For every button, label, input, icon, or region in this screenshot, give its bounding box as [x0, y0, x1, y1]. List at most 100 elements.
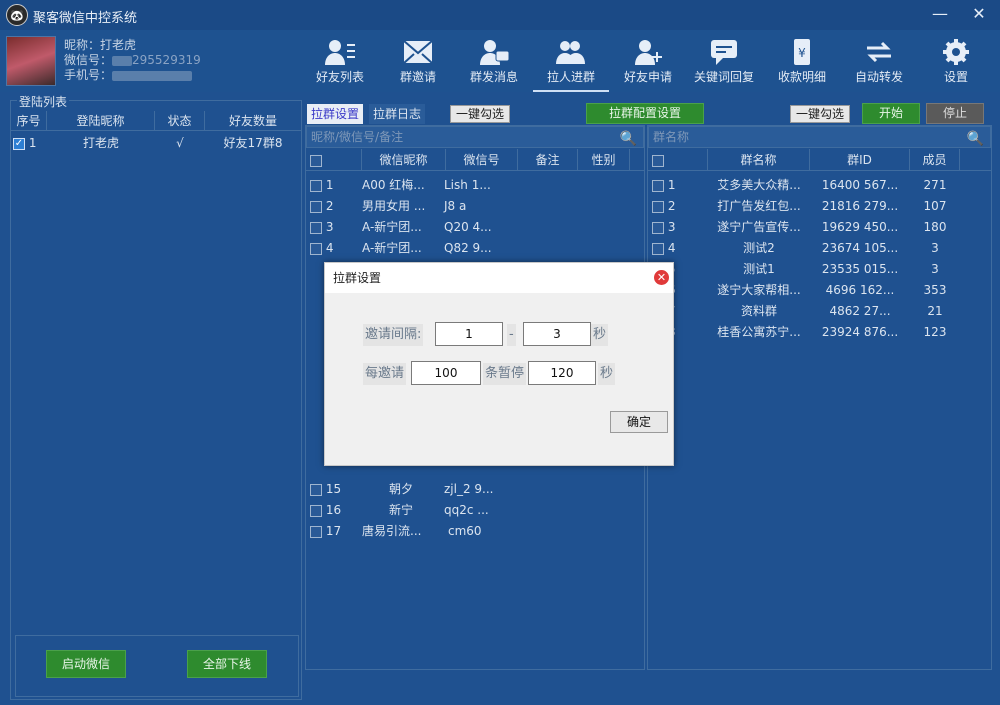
table-row[interactable]: 17 唐易引流... cm60: [310, 521, 510, 542]
interval-max-input[interactable]: [523, 322, 591, 346]
row-checkbox[interactable]: [310, 242, 322, 255]
start-wechat-button[interactable]: 启动微信: [46, 650, 126, 678]
stop-button[interactable]: 停止: [926, 103, 984, 124]
row-group-name: 遂宁大家帮相...: [717, 283, 801, 297]
table-row[interactable]: 2 打广告发红包... 21816 279... 107: [652, 196, 960, 217]
col-members: 成员: [910, 149, 960, 170]
nav-keyword-reply[interactable]: 关键词回复: [686, 30, 762, 92]
table-row[interactable]: ✓ 1 打老虎 √ 好友17群8: [11, 133, 301, 153]
tab-group-settings[interactable]: 拉群设置: [307, 104, 364, 124]
nav-group-invite[interactable]: 群邀请: [380, 30, 456, 92]
pause-after-label: 条暂停: [483, 363, 527, 385]
select-all-groups-button[interactable]: 一键勾选: [790, 105, 850, 123]
all-offline-button[interactable]: 全部下线: [187, 650, 267, 678]
friends-table-header: 微信昵称 微信号 备注 性别: [306, 149, 644, 171]
nav-label: 设置: [943, 70, 968, 84]
row-checkbox[interactable]: [652, 179, 664, 192]
row-wxid: zjl_2 9...: [444, 482, 494, 496]
nickname-value: 打老虎: [100, 38, 137, 52]
nav-payment-details[interactable]: ¥ 收款明细: [764, 30, 840, 92]
group-add-icon: [555, 38, 587, 66]
friends-search-input[interactable]: 昵称/微信号/备注 🔍: [306, 126, 644, 148]
table-row[interactable]: 2 男用女用 ... J8 a: [310, 196, 510, 217]
row-group-id: 23674 105...: [821, 241, 899, 255]
row-checkbox[interactable]: [652, 200, 664, 213]
row-members: 123: [923, 325, 947, 339]
confirm-button[interactable]: 确定: [610, 411, 668, 433]
row-checkbox[interactable]: [310, 200, 322, 213]
avatar: [6, 36, 56, 86]
close-window-button[interactable]: ✕: [968, 4, 990, 24]
row-checkbox[interactable]: ✓: [13, 137, 25, 150]
table-row[interactable]: 6遂宁大家帮相...4696 162...353: [652, 280, 960, 301]
row-nickname: 唐易引流...: [362, 524, 422, 538]
row-nickname: A-新宁团...: [362, 241, 422, 255]
wechat-value: 295529319: [132, 53, 201, 67]
nav-friends-list[interactable]: 好友列表: [302, 30, 378, 92]
table-row[interactable]: 4 测试2 23674 105... 3: [652, 238, 960, 259]
row-wxid: cm60: [448, 524, 482, 538]
row-wxid: Lish 1...: [444, 178, 491, 192]
row-checkbox[interactable]: [310, 504, 322, 517]
batch-count-input[interactable]: [411, 361, 481, 385]
group-settings-dialog: 拉群设置 ✕ 邀请间隔: - 秒 每邀请 条暂停 秒 确定: [324, 262, 674, 466]
tab-group-log[interactable]: 拉群日志: [369, 104, 426, 124]
close-icon[interactable]: ✕: [654, 270, 669, 285]
row-checkbox[interactable]: [652, 242, 664, 255]
panda-icon: 🐼: [6, 4, 28, 26]
row-wxid: Q20 4...: [444, 220, 492, 234]
nav-friend-request[interactable]: 好友申请: [610, 30, 686, 92]
nav-label: 好友申请: [623, 70, 672, 84]
col-wechat-id: 微信号: [446, 149, 518, 170]
row-nickname: 打老虎: [82, 136, 119, 150]
search-icon[interactable]: 🔍: [620, 129, 637, 149]
table-row[interactable]: 16 新宁 qq2c ...: [310, 500, 510, 521]
minimize-button[interactable]: —: [929, 4, 951, 24]
account-info: 昵称：打老虎 微信号： 295529319 手机号：: [64, 38, 201, 83]
groups-table-header: 群名称 群ID 成员: [648, 149, 991, 171]
nav-pull-into-group[interactable]: 拉人进群: [533, 30, 609, 92]
col-friend-count: 好友数量: [228, 114, 277, 128]
select-all-checkbox[interactable]: [310, 154, 322, 167]
row-checkbox[interactable]: [310, 525, 322, 538]
pause-seconds-input[interactable]: [528, 361, 596, 385]
row-nickname: 新宁: [388, 503, 413, 517]
search-icon[interactable]: 🔍: [967, 129, 984, 149]
table-row[interactable]: 15 朝夕 zjl_2 9...: [310, 479, 510, 500]
row-group-name: 艾多美大众精...: [717, 178, 801, 192]
select-all-friends-button[interactable]: 一键勾选: [450, 105, 510, 123]
seconds-label: 秒: [591, 324, 609, 346]
row-group-name: 测试1: [743, 262, 775, 276]
select-all-checkbox[interactable]: [652, 154, 664, 167]
col-nickname: 登陆昵称: [47, 111, 155, 130]
table-row[interactable]: 4 A-新宁团... Q82 9...: [310, 238, 510, 259]
nav-label: 收款明细: [777, 70, 826, 84]
table-row[interactable]: 1 A00 红梅... Lish 1...: [310, 175, 510, 196]
interval-min-input[interactable]: [435, 322, 503, 346]
row-checkbox[interactable]: [310, 221, 322, 234]
per-invite-label: 每邀请: [363, 363, 407, 385]
table-row[interactable]: 3 遂宁广告宣传... 19629 450... 180: [652, 217, 960, 238]
table-row[interactable]: 1 艾多美大众精... 16400 567... 271: [652, 175, 960, 196]
row-checkbox[interactable]: [652, 221, 664, 234]
mass-message-icon: [478, 38, 510, 66]
row-nickname: A00 红梅...: [362, 178, 425, 192]
nav-label: 关键词回复: [693, 70, 754, 84]
table-row[interactable]: 3 A-新宁团... Q20 4...: [310, 217, 510, 238]
nav-mass-message[interactable]: 群发消息: [456, 30, 532, 92]
row-group-id: 23924 876...: [821, 325, 899, 339]
row-group-id: 23535 015...: [821, 262, 899, 276]
table-row[interactable]: 5测试123535 015...3: [652, 259, 960, 280]
group-config-button[interactable]: 拉群配置设置: [586, 103, 704, 124]
row-checkbox[interactable]: [310, 179, 322, 192]
nav-auto-forward[interactable]: 自动转发: [841, 30, 917, 92]
nav-settings[interactable]: 设置: [918, 30, 994, 92]
row-friend-count: 好友17群8: [223, 136, 283, 150]
row-members: 3: [931, 241, 939, 255]
table-row[interactable]: 8桂香公寓苏宁...23924 876...123: [652, 322, 960, 343]
groups-search-input[interactable]: 群名称 🔍: [648, 126, 991, 148]
row-checkbox[interactable]: [310, 483, 322, 496]
table-row[interactable]: 7资料群4862 27...21: [652, 301, 960, 322]
nav-label: 群发消息: [469, 70, 518, 84]
start-button[interactable]: 开始: [862, 103, 920, 124]
